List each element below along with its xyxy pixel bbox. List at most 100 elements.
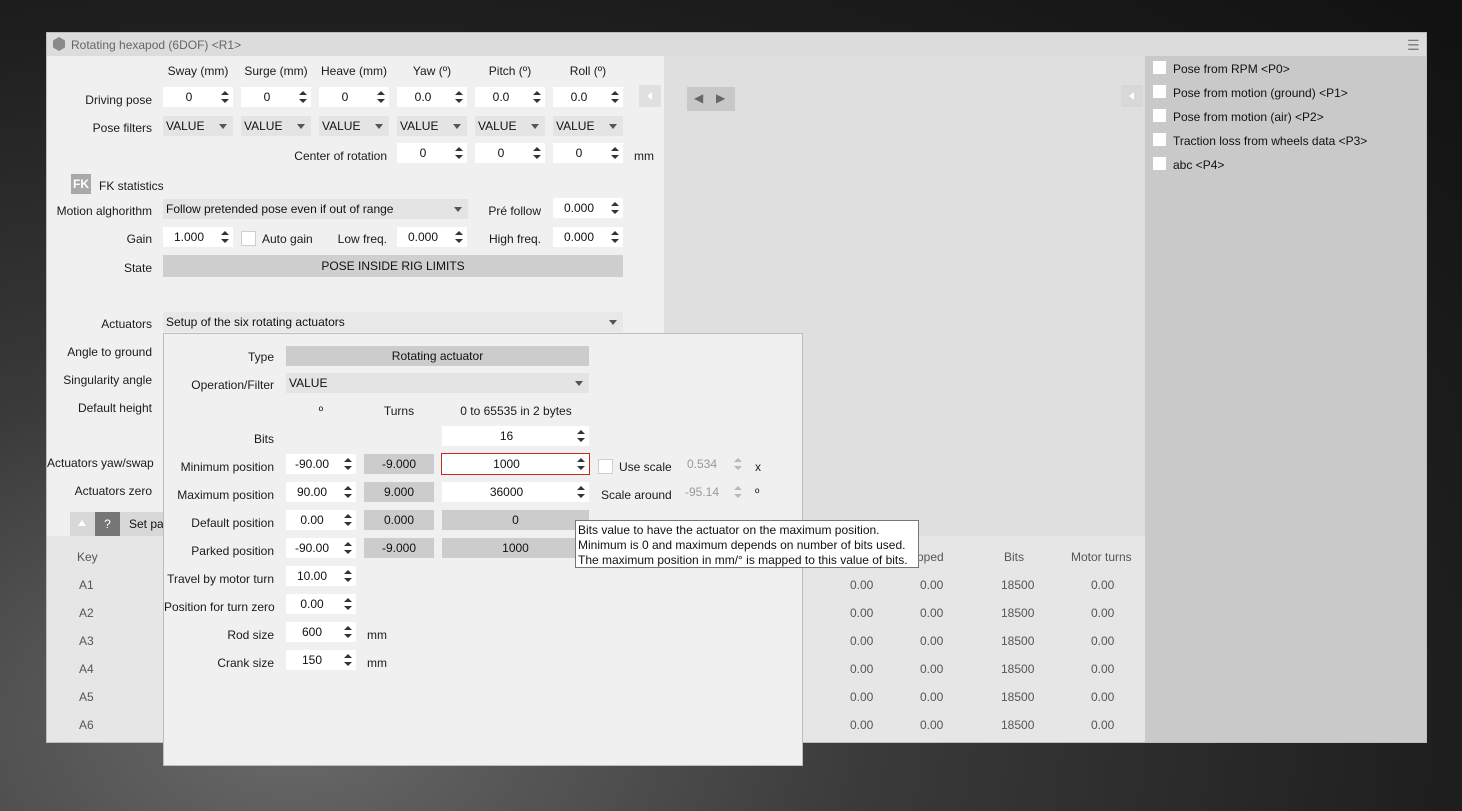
grid-cell: 0.00 bbox=[850, 662, 874, 676]
position-for-turn-zero-label: Position for turn zero bbox=[164, 600, 275, 614]
window-title: Rotating hexapod (6DOF) <R1> bbox=[71, 38, 242, 52]
motion-algorithm-select[interactable]: Follow pretended pose even if out of ran… bbox=[163, 199, 468, 219]
driving-heave-input[interactable]: 0 bbox=[319, 87, 389, 107]
grid-cell: 0.00 bbox=[920, 718, 944, 732]
operation-filter-label: Operation/Filter bbox=[191, 378, 274, 392]
high-freq-label: High freq. bbox=[488, 232, 541, 246]
grid-key: A3 bbox=[79, 634, 94, 648]
travel-by-motor-turn-input[interactable]: 10.00 bbox=[286, 566, 356, 586]
parked-degrees-input[interactable]: -90.00 bbox=[286, 538, 356, 558]
max-degrees-input[interactable]: 90.00 bbox=[286, 482, 356, 502]
driving-surge-input[interactable]: 0 bbox=[241, 87, 311, 107]
parked-bits-value: 1000 bbox=[442, 538, 589, 558]
use-scale-checkbox[interactable] bbox=[598, 459, 613, 474]
column-header-sway: Sway (mm) bbox=[167, 64, 229, 78]
p2-checkbox[interactable] bbox=[1153, 109, 1166, 122]
filter-pitch-select[interactable]: VALUE bbox=[475, 116, 545, 136]
grid-key: A2 bbox=[79, 606, 94, 620]
cor-unit: mm bbox=[634, 149, 654, 163]
arrow-left-icon[interactable]: ◀ bbox=[694, 91, 703, 105]
p3-checkbox[interactable] bbox=[1153, 133, 1166, 146]
pose-sources-panel: Pose from RPM <P0> Pose from motion (gro… bbox=[1145, 56, 1426, 742]
chevron-left-icon bbox=[1129, 92, 1134, 100]
cor-z-input[interactable]: 0 bbox=[553, 143, 623, 163]
default-degrees-input[interactable]: 0.00 bbox=[286, 510, 356, 530]
scale-around-input[interactable]: -95.14 bbox=[676, 482, 746, 502]
default-position-label: Default position bbox=[191, 516, 274, 530]
collapse-left-button[interactable] bbox=[639, 85, 661, 107]
gain-input[interactable]: 1.000 bbox=[163, 227, 233, 247]
column-bits: 0 to 65535 in 2 bytes bbox=[460, 404, 572, 418]
type-value: Rotating actuator bbox=[286, 346, 589, 366]
column-header-yaw: Yaw (º) bbox=[412, 64, 452, 78]
pre-follow-label: Pré follow bbox=[488, 204, 541, 218]
fk-statistics-label: FK statistics bbox=[99, 179, 164, 193]
rod-size-unit: mm bbox=[367, 628, 387, 642]
grid-cell: 0.00 bbox=[850, 690, 874, 704]
grid-cell: 0.00 bbox=[1091, 634, 1115, 648]
min-bits-input[interactable]: 1000 bbox=[441, 453, 590, 475]
column-header-roll: Roll (º) bbox=[569, 64, 607, 78]
min-turns-value: -9.000 bbox=[364, 454, 434, 474]
hamburger-menu-icon[interactable]: ☰ bbox=[1407, 37, 1420, 54]
driving-sway-input[interactable]: 0 bbox=[163, 87, 233, 107]
filter-roll-select[interactable]: VALUE bbox=[553, 116, 623, 136]
grid-cell: 18500 bbox=[1001, 690, 1035, 704]
grid-key: A5 bbox=[79, 690, 94, 704]
crank-size-input[interactable]: 150 bbox=[286, 650, 356, 670]
pre-follow-input[interactable]: 0.000 bbox=[553, 198, 623, 218]
arrow-right-icon[interactable]: ▶ bbox=[716, 91, 725, 105]
max-bits-input[interactable]: 36000 bbox=[442, 482, 589, 502]
fk-badge[interactable]: FK bbox=[71, 174, 91, 194]
filter-sway-select[interactable]: VALUE bbox=[163, 116, 233, 136]
collapse-right-button[interactable] bbox=[1121, 85, 1143, 107]
bits-input[interactable]: 16 bbox=[442, 426, 589, 446]
title-bar: Rotating hexapod (6DOF) <R1> ☰ bbox=[47, 33, 1426, 56]
p0-label: Pose from RPM <P0> bbox=[1173, 62, 1290, 76]
filter-heave-select[interactable]: VALUE bbox=[319, 116, 389, 136]
grid-cell: 0.00 bbox=[920, 662, 944, 676]
driving-yaw-input[interactable]: 0.0 bbox=[397, 87, 467, 107]
grid-key-header: Key bbox=[77, 550, 98, 564]
hexapod-icon bbox=[53, 37, 65, 51]
grid-header-bits: Bits bbox=[1004, 550, 1025, 564]
low-freq-input[interactable]: 0.000 bbox=[397, 227, 467, 247]
min-degrees-input[interactable]: -90.00 bbox=[286, 454, 356, 474]
filter-yaw-select[interactable]: VALUE bbox=[397, 116, 467, 136]
position-for-turn-zero-input[interactable]: 0.00 bbox=[286, 594, 356, 614]
gain-label: Gain bbox=[126, 232, 152, 246]
high-freq-input[interactable]: 0.000 bbox=[553, 227, 623, 247]
help-button[interactable]: ? bbox=[95, 512, 120, 536]
actuators-zero-label: Actuators zero bbox=[74, 484, 152, 498]
driving-roll-input[interactable]: 0.0 bbox=[553, 87, 623, 107]
actuators-select[interactable]: Setup of the six rotating actuators bbox=[163, 312, 623, 332]
grid-cell: 0.00 bbox=[1091, 662, 1115, 676]
operation-filter-select[interactable]: VALUE bbox=[286, 373, 589, 393]
cor-y-input[interactable]: 0 bbox=[475, 143, 545, 163]
use-scale-input[interactable]: 0.534 bbox=[676, 454, 746, 474]
scale-around-label: Scale around bbox=[601, 488, 672, 502]
cor-x-input[interactable]: 0 bbox=[397, 143, 467, 163]
bits-label: Bits bbox=[253, 432, 274, 446]
column-header-surge: Surge (mm) bbox=[244, 64, 308, 78]
chevron-up-icon[interactable] bbox=[78, 520, 86, 526]
p4-label: abc <P4> bbox=[1173, 158, 1225, 172]
state-bar: POSE INSIDE RIG LIMITS bbox=[163, 255, 623, 277]
p3-label: Traction loss from wheels data <P3> bbox=[1173, 134, 1368, 148]
p0-checkbox[interactable] bbox=[1153, 61, 1166, 74]
auto-gain-checkbox[interactable] bbox=[241, 231, 256, 246]
p1-checkbox[interactable] bbox=[1153, 85, 1166, 98]
rod-size-input[interactable]: 600 bbox=[286, 622, 356, 642]
grid-cell: 0.00 bbox=[850, 634, 874, 648]
set-parameters-label[interactable]: Set par bbox=[129, 517, 168, 531]
p4-checkbox[interactable] bbox=[1153, 157, 1166, 170]
filter-surge-select[interactable]: VALUE bbox=[241, 116, 311, 136]
column-turns: Turns bbox=[383, 404, 415, 418]
grid-cell: 0.00 bbox=[1091, 606, 1115, 620]
grid-cell: 0.00 bbox=[1091, 578, 1115, 592]
type-label: Type bbox=[247, 350, 274, 364]
chevron-left-icon bbox=[647, 92, 652, 100]
actuators-label: Actuators bbox=[101, 317, 152, 331]
state-label: State bbox=[123, 261, 152, 275]
driving-pitch-input[interactable]: 0.0 bbox=[475, 87, 545, 107]
